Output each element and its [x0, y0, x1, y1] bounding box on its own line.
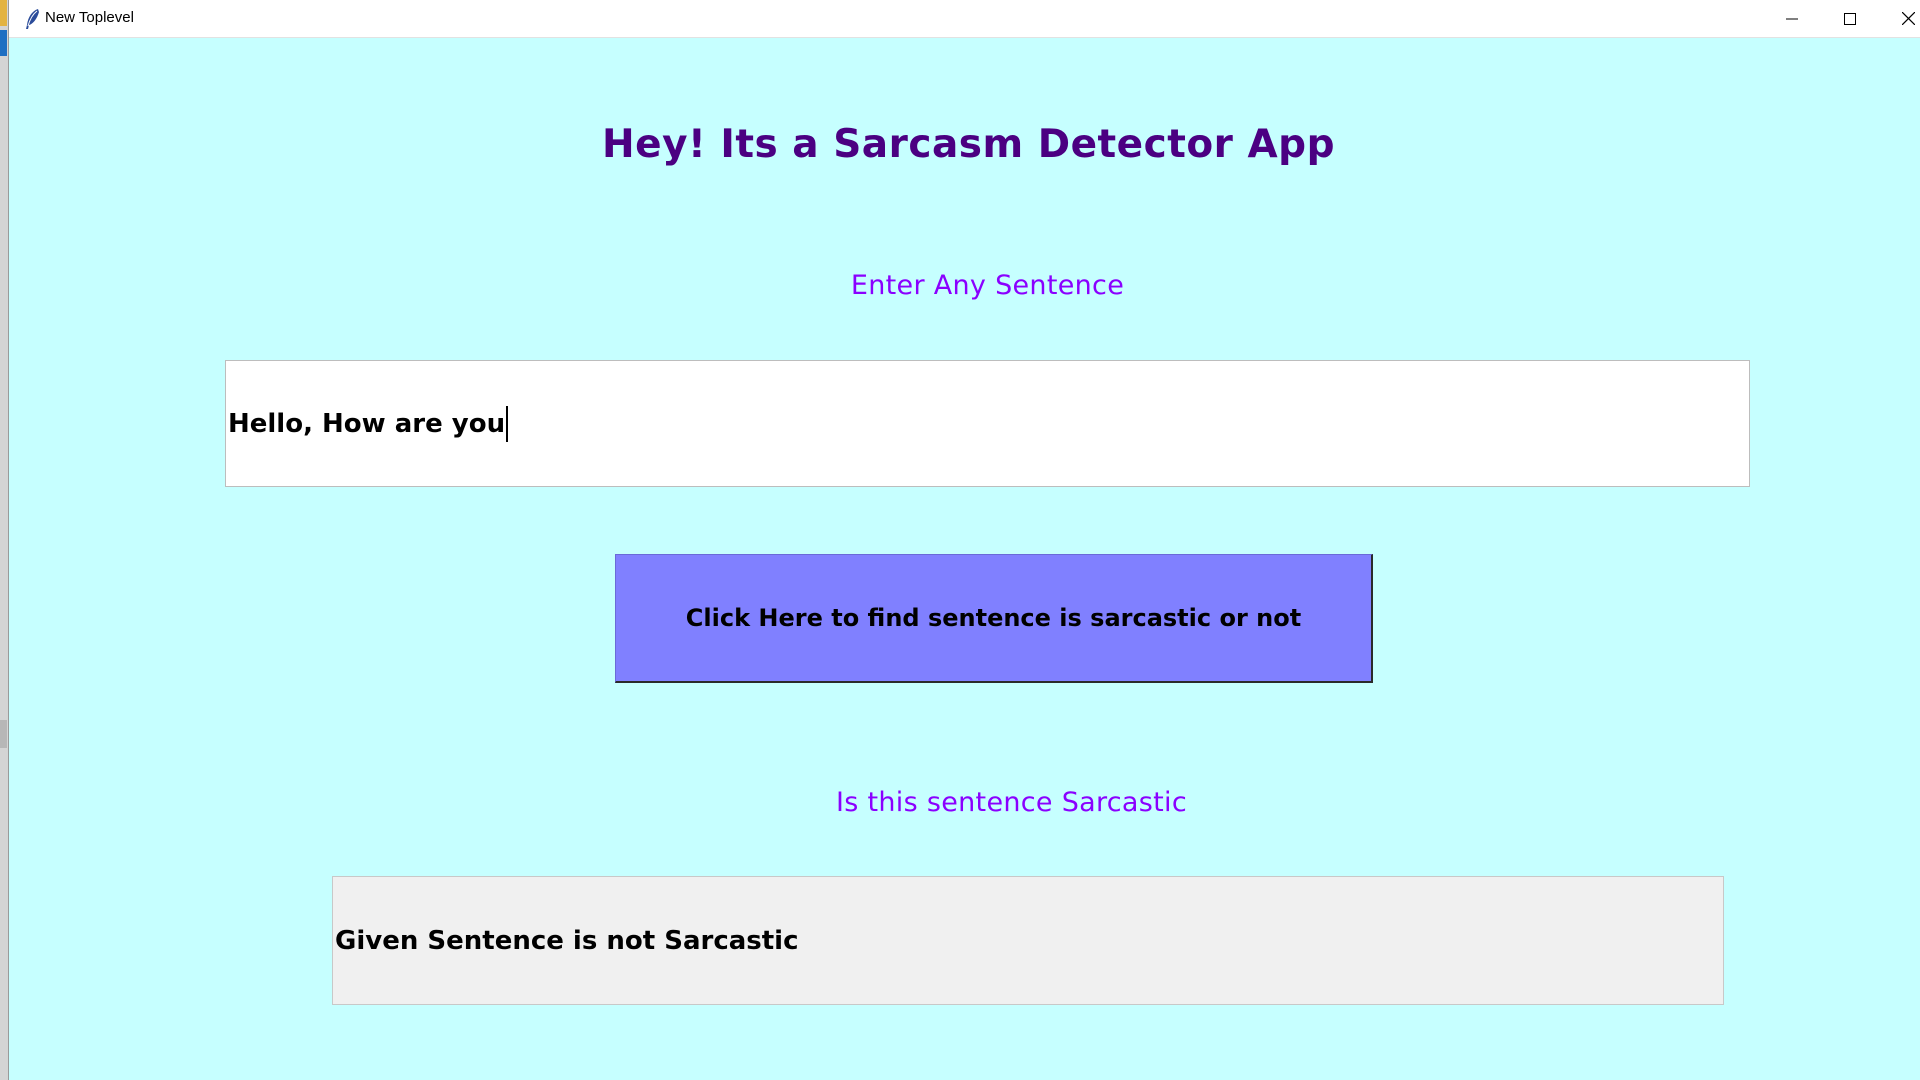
detect-sarcasm-button[interactable]: Click Here to find sentence is sarcastic…: [615, 554, 1373, 683]
sentence-input-value: Hello, How are you: [228, 408, 506, 439]
input-label: Enter Any Sentence: [850, 270, 1125, 301]
title-bar[interactable]: New Toplevel: [9, 0, 1920, 38]
background-window-edge: [0, 0, 9, 1080]
result-output: Given Sentence is not Sarcastic: [332, 876, 1724, 1005]
maximize-icon: [1844, 10, 1856, 29]
taskbar-accent: [0, 0, 7, 26]
taskbar-accent: [0, 30, 7, 56]
minimize-icon: [1786, 10, 1798, 29]
detect-button-label: Click Here to find sentence is sarcastic…: [685, 604, 1302, 632]
window-title: New Toplevel: [45, 9, 134, 26]
result-value: Given Sentence is not Sarcastic: [335, 925, 799, 956]
app-window: New Toplevel Hey! Its a Sarcasm Detector…: [0, 0, 1920, 1080]
scrollbar-thumb: [0, 720, 7, 748]
app-content: Hey! Its a Sarcasm Detector App Enter An…: [9, 38, 1920, 1080]
close-icon: [1901, 10, 1915, 29]
text-caret: [506, 405, 509, 442]
app-title: Hey! Its a Sarcasm Detector App: [601, 122, 1336, 167]
sentence-input[interactable]: Hello, How are you: [225, 360, 1750, 487]
maximize-button[interactable]: [1822, 0, 1878, 38]
feather-icon: [23, 8, 43, 30]
close-button[interactable]: [1880, 0, 1920, 38]
result-label: Is this sentence Sarcastic: [836, 787, 1187, 818]
minimize-button[interactable]: [1764, 0, 1820, 38]
